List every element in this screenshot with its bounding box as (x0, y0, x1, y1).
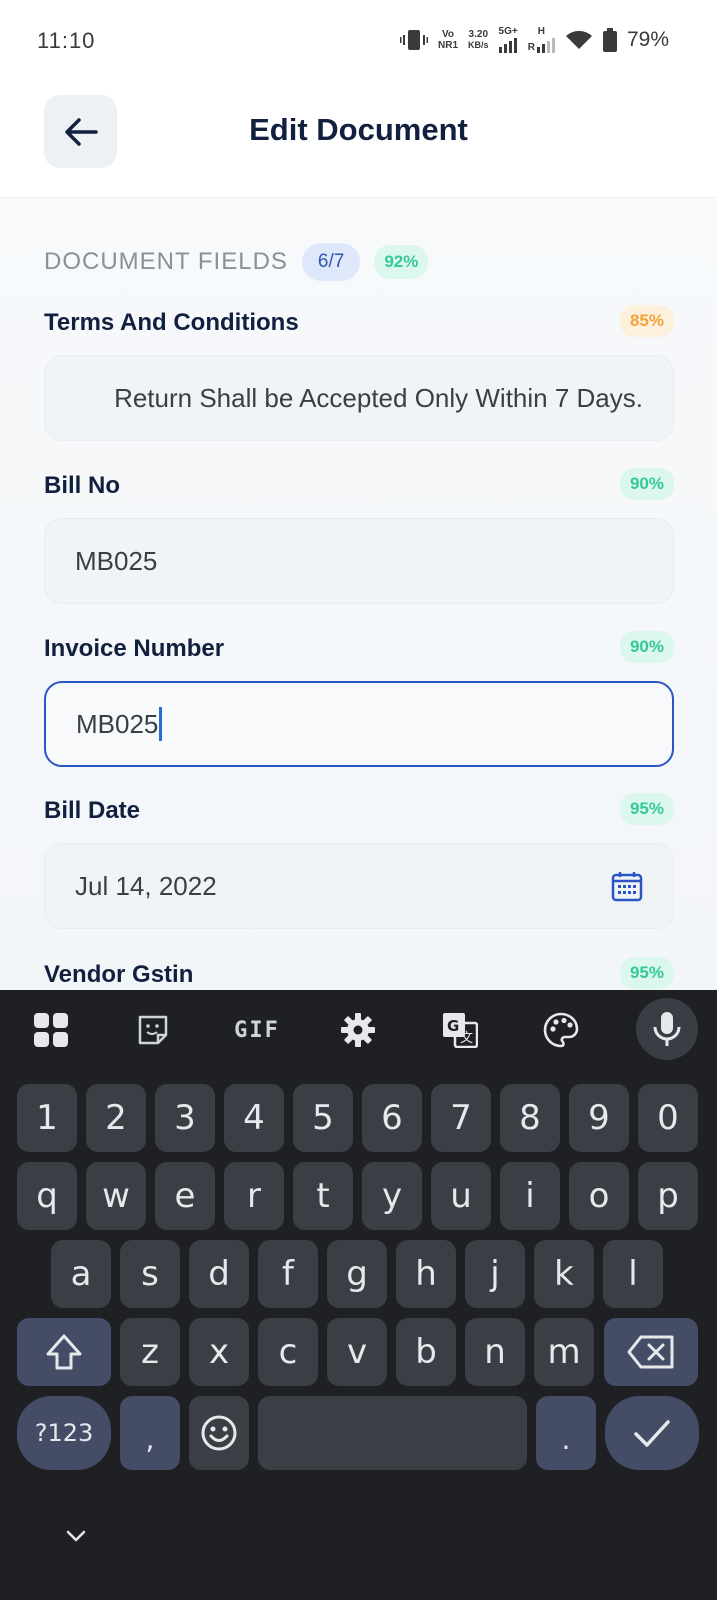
key-i[interactable]: i (500, 1162, 560, 1230)
key-g[interactable]: g (327, 1240, 387, 1308)
key-h[interactable]: h (396, 1240, 456, 1308)
check-icon (634, 1420, 670, 1447)
key-6[interactable]: 6 (362, 1084, 422, 1152)
key-9[interactable]: 9 (569, 1084, 629, 1152)
key-0[interactable]: 0 (638, 1084, 698, 1152)
key-b[interactable]: b (396, 1318, 456, 1386)
space-key[interactable] (258, 1396, 527, 1470)
field-label: Bill No (44, 472, 120, 499)
mic-icon (653, 1012, 681, 1046)
key-w[interactable]: w (86, 1162, 146, 1230)
sim1-signal: 5G+ (498, 26, 518, 53)
key-l[interactable]: l (603, 1240, 663, 1308)
field-label: Invoice Number (44, 635, 225, 662)
sim2-signal: H R (528, 26, 555, 53)
key-n[interactable]: n (465, 1318, 525, 1386)
emoji-icon (201, 1415, 237, 1451)
svg-text:G: G (447, 1017, 459, 1035)
key-7[interactable]: 7 (431, 1084, 491, 1152)
bill-no-input[interactable]: MB025 (44, 518, 674, 604)
input-value: Jul 14, 2022 (75, 870, 217, 901)
key-1[interactable]: 1 (17, 1084, 77, 1152)
bill-date-input[interactable]: Jul 14, 2022 (44, 843, 674, 929)
key-s[interactable]: s (120, 1240, 180, 1308)
document-form[interactable]: DOCUMENT FIELDS 6/7 92% Terms And Condit… (0, 199, 717, 990)
svg-text:文: 文 (460, 1031, 473, 1046)
battery-icon (602, 27, 617, 52)
page-title: Edit Document (249, 112, 468, 147)
field-confidence-badge: 95% (619, 957, 674, 989)
section-header: DOCUMENT FIELDS 6/7 92% (44, 243, 429, 281)
key-3[interactable]: 3 (155, 1084, 215, 1152)
app-header: Edit Document (0, 82, 717, 198)
key-f[interactable]: f (258, 1240, 318, 1308)
field-label: Bill Date (44, 797, 141, 824)
status-bar: 11:10 Vo NR1 3.20 KB/s 5G+ H R 79% (0, 0, 717, 82)
key-a[interactable]: a (51, 1240, 111, 1308)
field-confidence-badge: 85% (619, 305, 674, 337)
key-x[interactable]: x (189, 1318, 249, 1386)
key-t[interactable]: t (293, 1162, 353, 1230)
field-confidence-badge: 90% (619, 631, 674, 663)
gif-button[interactable]: GIF (232, 1010, 282, 1050)
invoice-number-input[interactable]: MB025 (44, 681, 674, 767)
settings-icon[interactable] (338, 1010, 378, 1050)
key-d[interactable]: d (189, 1240, 249, 1308)
field-confidence-badge: 95% (619, 793, 674, 825)
enter-key[interactable] (605, 1396, 699, 1470)
vibrate-icon (400, 29, 429, 50)
field-label: Terms And Conditions (44, 309, 299, 336)
key-v[interactable]: v (327, 1318, 387, 1386)
sticker-icon[interactable] (133, 1010, 173, 1050)
volte-indicator: Vo NR1 (438, 28, 459, 51)
key-m[interactable]: m (534, 1318, 594, 1386)
soft-keyboard: GIF G文 1 2 3 4 5 6 7 8 9 0 q w e r t y u… (0, 990, 717, 1600)
chevron-down-icon[interactable] (64, 1528, 88, 1544)
apps-icon[interactable] (31, 1010, 71, 1050)
key-r[interactable]: r (224, 1162, 284, 1230)
key-8[interactable]: 8 (500, 1084, 560, 1152)
backspace-key[interactable] (604, 1318, 698, 1386)
translate-icon[interactable]: G文 (440, 1010, 480, 1050)
key-4[interactable]: 4 (224, 1084, 284, 1152)
key-p[interactable]: p (638, 1162, 698, 1230)
calendar-icon[interactable] (611, 870, 643, 902)
status-time: 11:10 (37, 28, 96, 53)
key-u[interactable]: u (431, 1162, 491, 1230)
voice-input-button[interactable] (636, 998, 698, 1060)
emoji-key[interactable] (189, 1396, 249, 1470)
input-value: MB025 (76, 708, 159, 739)
network-speed: 3.20 KB/s (468, 28, 489, 50)
section-title: DOCUMENT FIELDS (44, 248, 288, 275)
shift-icon (46, 1334, 82, 1370)
symbols-key[interactable]: ?123 (17, 1396, 111, 1470)
field-confidence-badge: 90% (619, 468, 674, 500)
battery-percent: 79% (626, 27, 669, 51)
comma-key[interactable]: , (120, 1396, 180, 1470)
key-k[interactable]: k (534, 1240, 594, 1308)
shift-key[interactable] (17, 1318, 111, 1386)
key-q[interactable]: q (17, 1162, 77, 1230)
backspace-icon (627, 1335, 674, 1369)
keyboard-toolbar: GIF G文 (0, 990, 717, 1070)
key-j[interactable]: j (465, 1240, 525, 1308)
field-count-badge: 6/7 (301, 243, 361, 281)
period-key[interactable]: . (536, 1396, 596, 1470)
wifi-icon (565, 30, 592, 49)
key-y[interactable]: y (362, 1162, 422, 1230)
key-z[interactable]: z (120, 1318, 180, 1386)
key-e[interactable]: e (155, 1162, 215, 1230)
key-5[interactable]: 5 (293, 1084, 353, 1152)
text-caret (159, 707, 163, 741)
key-2[interactable]: 2 (86, 1084, 146, 1152)
confidence-badge: 92% (374, 245, 429, 279)
terms-input[interactable]: Return Shall be Accepted Only Within 7 D… (44, 355, 674, 441)
status-icons: Vo NR1 3.20 KB/s 5G+ H R 79% (400, 26, 669, 53)
key-c[interactable]: c (258, 1318, 318, 1386)
palette-icon[interactable] (541, 1010, 581, 1050)
key-o[interactable]: o (569, 1162, 629, 1230)
field-label: Vendor Gstin (44, 961, 194, 988)
